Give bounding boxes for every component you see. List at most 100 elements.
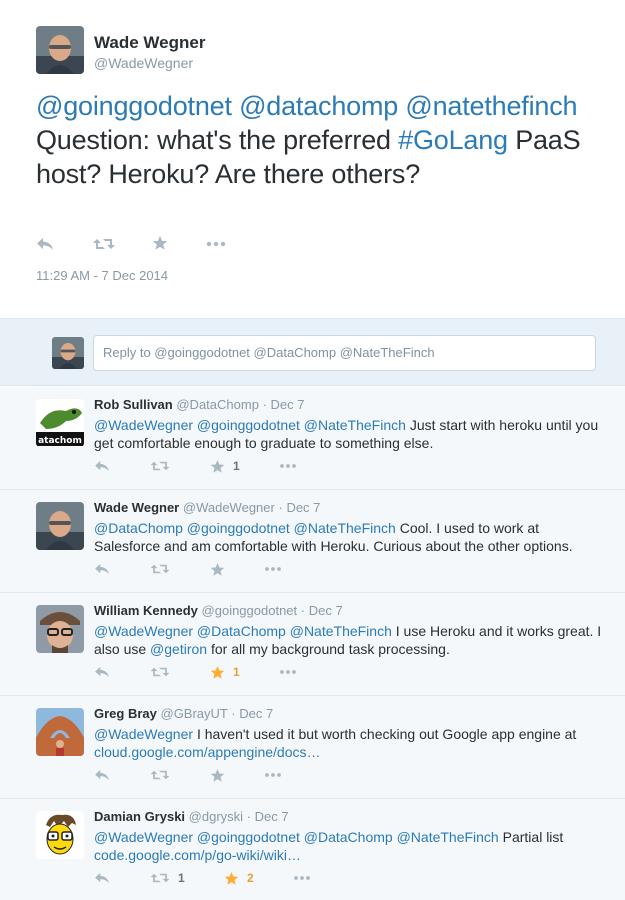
url-link[interactable]: cloud.google.com/appengine/docs… — [94, 744, 321, 760]
tweet-text-part: Question: what's the preferred — [36, 125, 391, 155]
reply-author-name[interactable]: Wade Wegner — [94, 500, 179, 515]
reply-actions: 1 — [94, 457, 324, 475]
more-button[interactable] — [206, 235, 226, 253]
author-name[interactable]: Wade Wegner — [94, 33, 205, 53]
hashtag-link[interactable]: #GoLang — [398, 125, 508, 155]
reply-header: Rob Sullivan @DataChomp · Dec 7 — [94, 397, 305, 412]
avatar[interactable] — [36, 26, 84, 74]
favorite-button[interactable] — [210, 766, 233, 784]
reply-date[interactable]: Dec 7 — [309, 603, 343, 618]
mention-link[interactable]: @WadeWegner @goinggodotnet @DataChomp @N… — [94, 829, 499, 845]
more-button[interactable] — [264, 560, 282, 578]
reply-author-handle[interactable]: @GBrayUT — [161, 706, 228, 721]
mention-link[interactable]: @DataChomp @goinggodotnet @NateTheFinch — [94, 520, 396, 536]
retweet-icon — [93, 239, 115, 249]
avatar[interactable] — [36, 708, 84, 756]
favorite-button[interactable]: 2 — [224, 869, 254, 887]
reply-date[interactable]: Dec 7 — [286, 500, 320, 515]
reply-tweet[interactable]: Greg Bray @GBrayUT · Dec 7 @WadeWegner I… — [0, 696, 625, 799]
mention-link[interactable]: @WadeWegner @DataChomp @NateTheFinch — [94, 623, 392, 639]
reply-icon — [95, 460, 109, 472]
mention-link[interactable]: @getiron — [150, 641, 207, 657]
reply-author-handle[interactable]: @WadeWegner — [183, 500, 275, 515]
url-link[interactable]: code.google.com/p/go-wiki/wiki… — [94, 847, 301, 863]
reply-icon — [95, 872, 109, 884]
more-button[interactable] — [264, 766, 282, 784]
reply-date[interactable]: Dec 7 — [255, 809, 289, 824]
mention-link[interactable]: @goinggodotnet — [36, 91, 232, 121]
reply-text: @WadeWegner @DataChomp @NateTheFinch I u… — [94, 622, 604, 658]
reply-button[interactable] — [94, 869, 110, 887]
tweet-actions — [36, 233, 256, 255]
mention-link[interactable]: @WadeWegner — [94, 726, 193, 742]
retweet-button[interactable] — [150, 560, 178, 578]
separator-dot: · — [246, 809, 252, 824]
favorite-star-icon — [210, 562, 225, 576]
reply-button[interactable] — [94, 663, 110, 681]
reply-button[interactable] — [36, 235, 54, 253]
more-dots-icon — [265, 567, 281, 571]
favorite-button[interactable] — [152, 234, 168, 252]
avatar[interactable]: atachom — [36, 399, 84, 447]
retweet-button[interactable] — [93, 235, 115, 253]
reply-header: Damian Gryski @dgryski · Dec 7 — [94, 809, 289, 824]
retweet-button[interactable] — [150, 457, 178, 475]
reply-tweet[interactable]: atachom Rob Sullivan @DataChomp · Dec 7 … — [0, 387, 625, 490]
retweet-icon — [150, 873, 170, 883]
reply-actions — [94, 560, 324, 578]
avatar — [52, 337, 84, 369]
favorite-star-icon — [224, 871, 239, 885]
reply-button[interactable] — [94, 560, 110, 578]
favorite-star-icon — [210, 768, 225, 782]
more-dots-icon — [206, 241, 226, 247]
reply-text: @WadeWegner @goinggodotnet @DataChomp @N… — [94, 828, 604, 864]
avatar[interactable] — [36, 811, 84, 859]
avatar[interactable] — [36, 605, 84, 653]
reply-button[interactable] — [94, 766, 110, 784]
reply-tweet[interactable]: Damian Gryski @dgryski · Dec 7 @WadeWegn… — [0, 799, 625, 900]
reply-author-handle[interactable]: @dgryski — [189, 809, 243, 824]
more-button[interactable] — [293, 869, 311, 887]
retweet-button[interactable] — [150, 663, 178, 681]
avatar[interactable] — [36, 502, 84, 550]
reply-date[interactable]: Dec 7 — [239, 706, 273, 721]
more-button[interactable] — [279, 663, 297, 681]
mention-link[interactable]: @datachomp — [239, 91, 398, 121]
reply-composer: Reply to @goinggodotnet @DataChomp @Nate… — [0, 318, 625, 386]
retweet-button[interactable]: 1 — [150, 869, 185, 887]
reply-tweet[interactable]: William Kennedy @goinggodotnet · Dec 7 @… — [0, 593, 625, 696]
reply-author-handle[interactable]: @goinggodotnet — [202, 603, 298, 618]
separator-dot: · — [300, 603, 306, 618]
reply-icon — [37, 238, 53, 250]
reply-date[interactable]: Dec 7 — [271, 397, 305, 412]
favorite-button[interactable] — [210, 560, 233, 578]
reply-input[interactable]: Reply to @goinggodotnet @DataChomp @Nate… — [93, 335, 596, 371]
reply-author-name[interactable]: Greg Bray — [94, 706, 157, 721]
mention-link[interactable]: @natethefinch — [405, 91, 577, 121]
reply-tweet[interactable]: Wade Wegner @WadeWegner · Dec 7 @DataCho… — [0, 490, 625, 593]
reply-text-content: Partial list — [502, 829, 564, 845]
more-button[interactable] — [279, 457, 297, 475]
favorite-button[interactable]: 1 — [210, 457, 240, 475]
main-tweet: Wade Wegner @WadeWegner @goinggodotnet @… — [0, 0, 625, 318]
reply-button[interactable] — [94, 457, 110, 475]
reply-icon — [95, 563, 109, 575]
retweet-count: 1 — [178, 871, 185, 885]
reply-actions: 1 — [94, 663, 324, 681]
tweet-timestamp[interactable]: 11:29 AM - 7 Dec 2014 — [36, 268, 168, 283]
separator-dot: · — [278, 500, 283, 515]
reply-author-name[interactable]: Rob Sullivan — [94, 397, 173, 412]
reply-author-name[interactable]: William Kennedy — [94, 603, 198, 618]
author-handle[interactable]: @WadeWegner — [94, 55, 193, 71]
reply-author-handle[interactable]: @DataChomp — [176, 397, 259, 412]
favorite-star-icon — [152, 236, 168, 250]
favorite-count: 1 — [233, 665, 240, 679]
svg-text:atachom: atachom — [38, 436, 82, 446]
reply-text: @DataChomp @goinggodotnet @NateTheFinch … — [94, 519, 604, 555]
reply-author-name[interactable]: Damian Gryski — [94, 809, 185, 824]
favorite-button[interactable]: 1 — [210, 663, 240, 681]
retweet-button[interactable] — [150, 766, 178, 784]
reply-icon — [95, 666, 109, 678]
tweet-text: @goinggodotnet @datachomp @natethefinch … — [36, 89, 596, 191]
mention-link[interactable]: @WadeWegner @goinggodotnet @NateTheFinch — [94, 417, 406, 433]
